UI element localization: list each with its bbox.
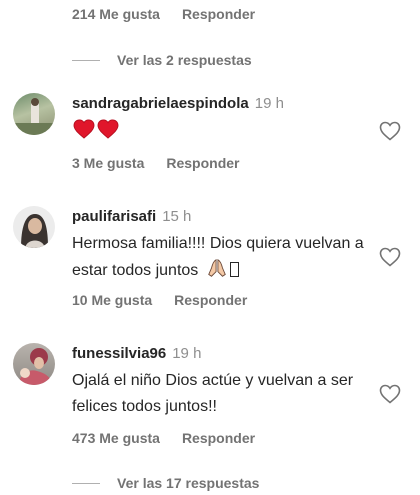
username[interactable]: funessilvia96 [72,345,166,362]
comment-body [73,119,121,141]
comment-header: paulifarisafi 15 h [72,208,191,226]
comment-header: sandragabrielaespindola 19 h [72,95,284,113]
like-heart-icon[interactable] [378,245,402,269]
comment-text: Ojalá el niño Dios actúe y vuelvan a ser… [72,372,354,415]
red-heart-icon [73,119,95,139]
comment-meta-row: 214 Me gusta Responder [72,6,255,22]
avatar[interactable] [13,93,55,135]
view-replies-label: Ver las 17 respuestas [117,475,260,491]
timestamp: 19 h [254,95,284,112]
likes-count[interactable]: 3 Me gusta [72,155,144,171]
reply-button[interactable]: Responder [182,430,255,446]
username[interactable]: paulifarisafi [72,208,156,225]
comment-meta-row: 473 Me gusta Responder [72,430,255,446]
timestamp: 19 h [172,345,202,362]
reply-button[interactable]: Responder [182,6,255,22]
likes-count[interactable]: 214 Me gusta [72,6,160,22]
view-replies-label: Ver las 2 respuestas [117,52,252,68]
red-heart-icon [97,119,119,139]
avatar[interactable] [13,206,55,248]
comment-text-block: Hermosa familia!!!! Dios quiera vuelvan … [72,231,372,284]
missing-glyph-icon [230,262,240,277]
praying-hands-icon [208,259,227,277]
avatar-photo [21,214,48,248]
likes-count[interactable]: 473 Me gusta [72,430,160,446]
likes-count[interactable]: 10 Me gusta [72,292,152,308]
comment-text-block: Ojalá el niño Dios actúe y vuelvan a ser… [72,368,372,420]
like-heart-icon[interactable] [378,119,402,143]
comment-meta-row: 3 Me gusta Responder [72,155,239,171]
avatar[interactable] [13,343,55,385]
comment-header: funessilvia96 19 h [72,345,201,363]
view-replies-button[interactable]: Ver las 2 respuestas [72,52,252,68]
username[interactable]: sandragabrielaespindola [72,95,249,112]
comment-meta-row: 10 Me gusta Responder [72,292,247,308]
avatar-photo [13,98,55,135]
reply-button[interactable]: Responder [174,292,247,308]
replies-divider [72,59,100,61]
view-replies-button[interactable]: Ver las 17 respuestas [72,475,259,491]
like-heart-icon[interactable] [378,382,402,406]
replies-divider [72,482,100,484]
avatar-photo [18,348,53,385]
timestamp: 15 h [162,208,192,225]
reply-button[interactable]: Responder [166,155,239,171]
